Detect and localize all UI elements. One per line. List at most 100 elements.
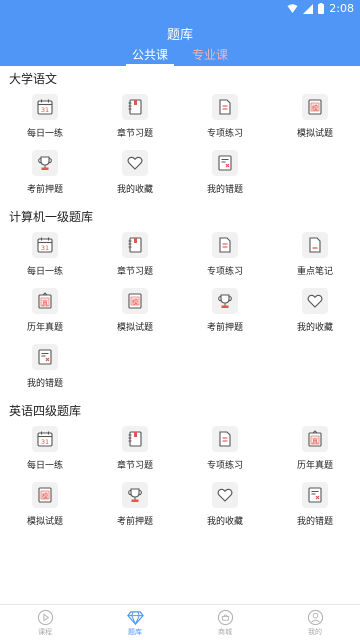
grid-item[interactable]: 专项练习 bbox=[180, 230, 270, 286]
grid-item-label: 专项练习 bbox=[206, 267, 243, 277]
grid-item[interactable]: 我的错题 bbox=[0, 342, 90, 398]
heart-icon bbox=[212, 482, 238, 508]
grid-item-label: 考前押题 bbox=[116, 517, 153, 527]
grid-item[interactable]: 考前押题 bbox=[180, 286, 270, 342]
mock-exam-glyph: 模 bbox=[312, 103, 319, 112]
past-exam-icon: 真 bbox=[302, 426, 328, 452]
nav-label: 我的 bbox=[308, 627, 322, 636]
document-list-icon bbox=[212, 232, 238, 258]
bottom-navigation: 课程 题库 商城 我的 bbox=[0, 604, 360, 640]
section-title: 大学语文 bbox=[9, 72, 58, 86]
grid-item[interactable]: 章节习题 bbox=[90, 424, 180, 480]
grid-item-label: 我的收藏 bbox=[206, 517, 243, 527]
grid-item-label: 我的错题 bbox=[26, 379, 63, 389]
past-exam-glyph: 真 bbox=[42, 298, 49, 307]
grid-item-label: 历年真题 bbox=[26, 323, 63, 333]
grid-item[interactable]: 我的错题 bbox=[270, 480, 360, 536]
grid-item[interactable]: 模模拟试题 bbox=[270, 92, 360, 148]
section-title: 计算机一级题库 bbox=[9, 210, 94, 224]
calendar-icon: 31 bbox=[32, 94, 58, 120]
grid-item[interactable]: 我的收藏 bbox=[180, 480, 270, 536]
tab-major-course[interactable]: 专业课 bbox=[186, 46, 234, 66]
course-tabs: 公共课 专业课 bbox=[0, 46, 360, 66]
tab-public-course[interactable]: 公共课 bbox=[125, 46, 174, 66]
trophy-icon bbox=[212, 288, 238, 314]
signal-icon bbox=[303, 3, 314, 14]
past-exam-glyph: 真 bbox=[312, 436, 319, 445]
grid-item-label: 章节习题 bbox=[116, 461, 153, 471]
nav-item-profile[interactable]: 我的 bbox=[270, 605, 360, 640]
notebook-icon bbox=[122, 426, 148, 452]
grid-item[interactable]: 31 每日一练 bbox=[0, 92, 90, 148]
grid-item-label: 历年真题 bbox=[296, 461, 333, 471]
question-bank-list: 大学语文 31 每日一练 章节习题 专项练习模模拟试题 考前押题 我的收藏 我的错题 计算机一级… bbox=[0, 66, 360, 604]
wrong-questions-icon bbox=[302, 482, 328, 508]
grid-item[interactable]: 真历年真题 bbox=[270, 424, 360, 480]
grid-item-label: 模拟试题 bbox=[26, 517, 63, 527]
notebook-icon bbox=[122, 232, 148, 258]
shop-icon bbox=[217, 609, 233, 625]
play-circle-icon bbox=[37, 609, 53, 625]
grid-item[interactable]: 考前押题 bbox=[0, 148, 90, 204]
grid-item-label: 考前押题 bbox=[26, 185, 63, 195]
grid-item-label: 我的错题 bbox=[296, 517, 333, 527]
wrong-questions-icon bbox=[212, 150, 238, 176]
grid-item-label: 章节习题 bbox=[116, 267, 153, 277]
grid-item[interactable]: 我的收藏 bbox=[90, 148, 180, 204]
section-grid: 31 每日一练 章节习题 专项练习 重点笔记真历年真题模模拟试题 考前押题 我的收藏 我的错题 bbox=[0, 230, 360, 398]
nav-item-shop[interactable]: 商城 bbox=[180, 605, 270, 640]
grid-item[interactable]: 真历年真题 bbox=[0, 286, 90, 342]
grid-item[interactable]: 专项练习 bbox=[180, 424, 270, 480]
calendar-icon: 31 bbox=[32, 426, 58, 452]
calendar-day-text: 31 bbox=[41, 106, 49, 114]
nav-item-question-bank[interactable]: 题库 bbox=[90, 605, 180, 640]
grid-item-label: 模拟试题 bbox=[116, 323, 153, 333]
grid-item-label: 专项练习 bbox=[206, 129, 243, 139]
grid-item[interactable]: 我的错题 bbox=[180, 148, 270, 204]
section-grid: 31 每日一练 章节习题 专项练习 模模拟试题考前押题 我的收藏 我的错题 bbox=[0, 92, 360, 204]
calendar-day-text: 31 bbox=[41, 438, 49, 446]
notebook-icon bbox=[122, 94, 148, 120]
grid-item[interactable]: 章节习题 bbox=[90, 230, 180, 286]
mock-exam-icon: 模 bbox=[122, 288, 148, 314]
wrong-questions-icon bbox=[32, 344, 58, 370]
page-title: 题库 bbox=[166, 28, 193, 43]
grid-item[interactable]: 专项练习 bbox=[180, 92, 270, 148]
grid-item-label: 每日一练 bbox=[26, 461, 63, 471]
trophy-icon bbox=[122, 482, 148, 508]
grid-item[interactable]: 我的收藏 bbox=[270, 286, 360, 342]
note-icon bbox=[302, 232, 328, 258]
status-bar-right: 2:08 bbox=[287, 2, 354, 15]
grid-item[interactable]: 章节习题 bbox=[90, 92, 180, 148]
battery-icon bbox=[318, 3, 325, 14]
user-icon bbox=[307, 609, 323, 625]
heart-icon bbox=[122, 150, 148, 176]
nav-label: 商城 bbox=[218, 627, 232, 636]
nav-item-courses[interactable]: 课程 bbox=[0, 605, 90, 640]
grid-item[interactable]: 31 每日一练 bbox=[0, 424, 90, 480]
mock-exam-glyph: 模 bbox=[132, 297, 139, 306]
grid-item-label: 章节习题 bbox=[116, 129, 153, 139]
mock-exam-glyph: 模 bbox=[42, 491, 49, 500]
section-grid: 31 每日一练 章节习题 专项练习真历年真题模模拟试题 考前押题 我的收藏 我的错题 bbox=[0, 424, 360, 536]
grid-item-label: 模拟试题 bbox=[296, 129, 333, 139]
diamond-icon bbox=[126, 610, 144, 625]
grid-item-label: 我的收藏 bbox=[296, 323, 333, 333]
document-list-icon bbox=[212, 94, 238, 120]
status-bar: 2:08 bbox=[0, 0, 360, 18]
grid-item-label: 我的收藏 bbox=[116, 185, 153, 195]
mock-exam-icon: 模 bbox=[302, 94, 328, 120]
grid-item-label: 重点笔记 bbox=[296, 267, 333, 277]
grid-item[interactable]: 考前押题 bbox=[90, 480, 180, 536]
document-list-icon bbox=[212, 426, 238, 452]
nav-label: 课程 bbox=[38, 627, 52, 636]
grid-item-label: 每日一练 bbox=[26, 129, 63, 139]
section-title: 英语四级题库 bbox=[9, 404, 82, 418]
grid-item[interactable]: 重点笔记 bbox=[270, 230, 360, 286]
grid-item[interactable]: 31 每日一练 bbox=[0, 230, 90, 286]
trophy-icon bbox=[32, 150, 58, 176]
grid-item-label: 我的错题 bbox=[206, 185, 243, 195]
grid-item[interactable]: 模模拟试题 bbox=[90, 286, 180, 342]
grid-item-label: 专项练习 bbox=[206, 461, 243, 471]
grid-item[interactable]: 模模拟试题 bbox=[0, 480, 90, 536]
